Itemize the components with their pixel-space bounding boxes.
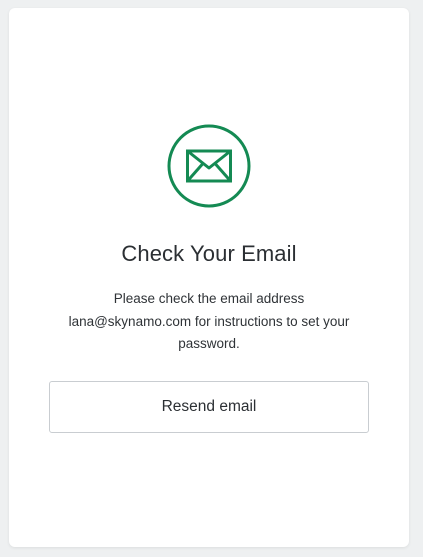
- resend-email-button[interactable]: Resend email: [49, 381, 369, 433]
- check-email-card: Check Your Email Please check the email …: [9, 8, 409, 547]
- instructions-line-3: password.: [178, 336, 240, 351]
- instructions-text: Please check the email address lana@skyn…: [53, 288, 365, 356]
- page-title: Check Your Email: [121, 241, 297, 266]
- envelope-icon: [167, 124, 251, 208]
- instructions-line-2: lana@skynamo.com for instructions to set…: [68, 313, 350, 329]
- instructions-line-1: Please check the email address: [113, 291, 305, 306]
